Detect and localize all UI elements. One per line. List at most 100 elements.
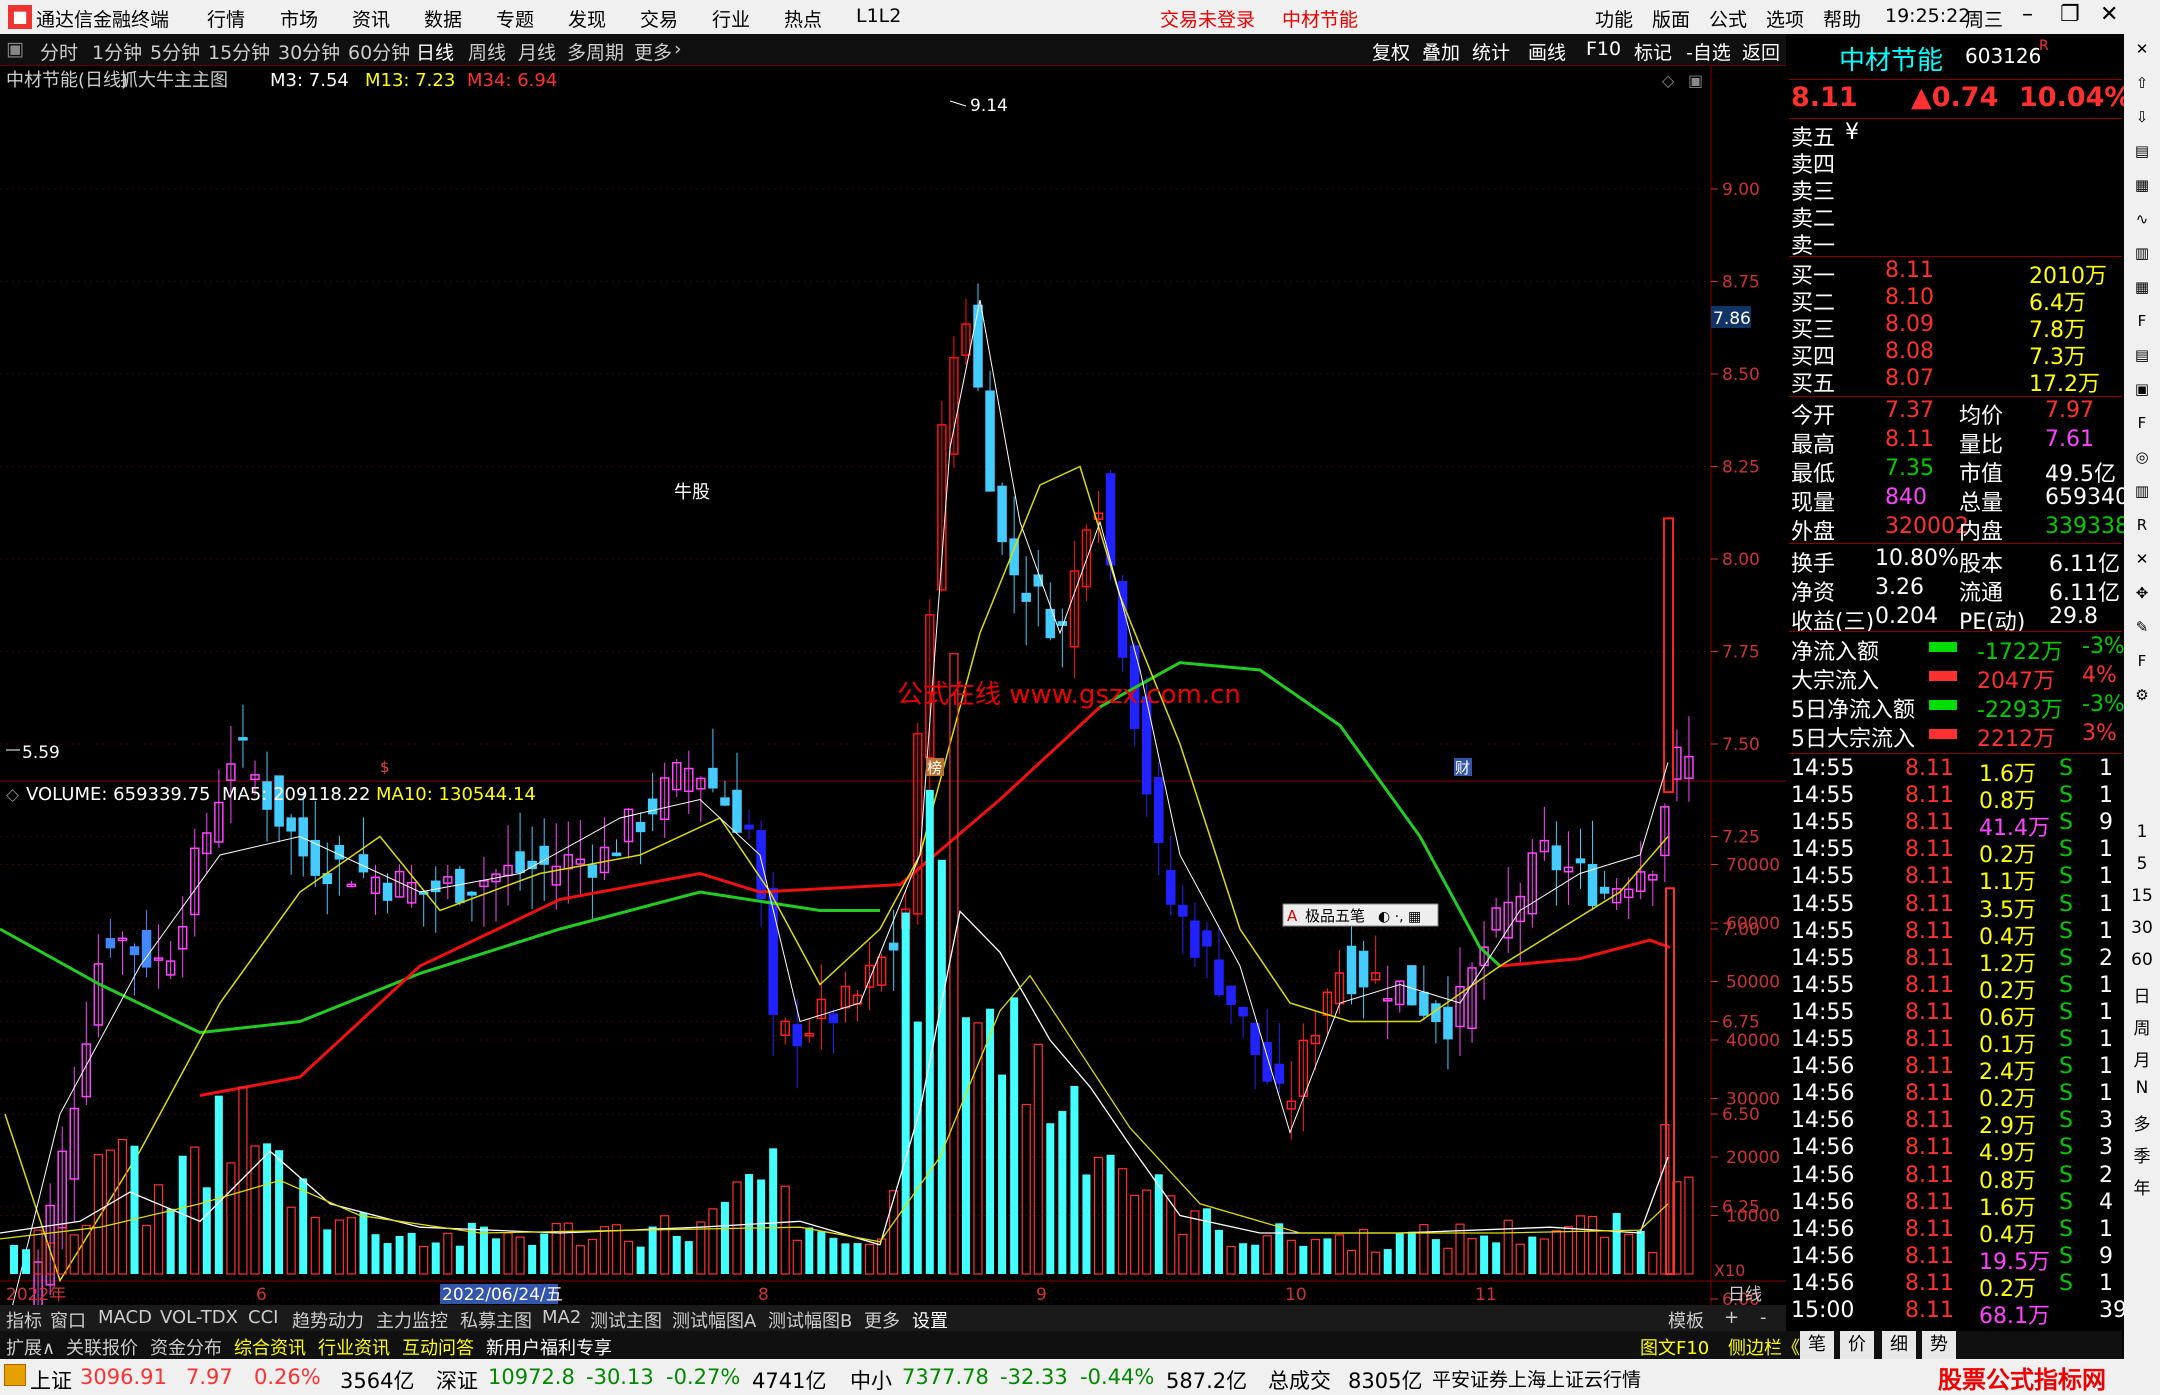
f2-icon[interactable]: F [2130,414,2154,438]
tab-right-2[interactable]: - [1760,1307,1767,1328]
indicator-tab-0[interactable]: 指标 [6,1307,42,1333]
menu-jiaoyi[interactable]: 交易 [640,5,678,32]
indicator-tab-3[interactable]: VOL-TDX [160,1307,238,1328]
indicator-tab-4[interactable]: CCI [248,1307,278,1328]
sidebar-period-11[interactable]: 年 [2130,1174,2154,1199]
period-monthly[interactable]: 月线 [518,38,556,65]
sidebar-period-1[interactable]: 5 [2130,854,2154,878]
arrow-up-icon[interactable]: ⇧ [2130,74,2154,98]
pen-icon[interactable]: ✎ [2130,618,2154,642]
volume-pane-icon[interactable]: ◇ [6,785,20,805]
zx-label[interactable]: 中小 [850,1365,892,1395]
sidebar-period-7[interactable]: 月 [2130,1046,2154,1071]
indicator-tab-13[interactable]: 设置 [912,1307,948,1333]
settings-icon[interactable]: ⚙ [2130,686,2154,710]
menu-gongshi[interactable]: 公式 [1709,5,1747,32]
arrow-down-icon[interactable]: ⇩ [2130,108,2154,132]
btn-huaxian[interactable]: 画线 [1528,38,1566,65]
info-tab-right-0[interactable]: 图文F10 [1640,1334,1709,1360]
sidebar-period-9[interactable]: 多 [2130,1110,2154,1135]
info-tab-0[interactable]: 扩展∧ [6,1334,55,1360]
sidebar-period-10[interactable]: 季 [2130,1142,2154,1167]
sidebar-period-4[interactable]: 60 [2130,950,2154,974]
period-5min[interactable]: 5分钟 [150,38,200,65]
menu-faxian[interactable]: 发现 [568,5,606,32]
sidebar-period-5[interactable]: 日 [2130,982,2154,1007]
btn-f10[interactable]: F10 [1586,38,1621,60]
indicator-tab-6[interactable]: 主力监控 [376,1307,448,1333]
rsi-icon[interactable]: R [2130,516,2154,540]
info-tab-3[interactable]: 综合资讯 [234,1334,306,1360]
info-tab-right-5[interactable]: 势 [1922,1331,1956,1359]
btn-fanhui[interactable]: 返回 [1742,38,1780,65]
menu-shuju[interactable]: 数据 [424,5,462,32]
restore-icon[interactable]: ❐ [2060,2,2080,27]
sidebar-period-6[interactable]: 周 [2130,1014,2154,1039]
marker-bang[interactable]: 榜 [927,759,942,777]
btn-zixuan[interactable]: -自选 [1686,38,1731,65]
menu-zixun[interactable]: 资讯 [352,5,390,32]
btn-tongji[interactable]: 统计 [1472,38,1510,65]
indicator-tab-5[interactable]: 趋势动力 [292,1307,364,1333]
tab-right-0[interactable]: 模板 [1668,1307,1704,1333]
ime-moon-icon[interactable]: ◐ ·, ▦ [1378,909,1421,925]
ime-name[interactable]: 极品五笔 [1305,907,1365,925]
sidebar-period-3[interactable]: 30 [2130,918,2154,942]
stats-icon[interactable]: ▣ [2130,380,2154,404]
table-icon[interactable]: ▦ [2130,278,2154,302]
line-chart-icon[interactable]: ∿ [2130,210,2154,234]
indicator-tab-12[interactable]: 更多 [864,1307,900,1333]
minimize-icon[interactable]: – [2022,2,2033,27]
menu-xuanxiang[interactable]: 选项 [1766,5,1804,32]
f10-icon[interactable]: F [2130,312,2154,336]
chart-icon[interactable]: ▥ [2130,482,2154,506]
menu-shichang[interactable]: 市场 [280,5,318,32]
menu-hangqing[interactable]: 行情 [207,5,245,32]
info-tab-4[interactable]: 行业资讯 [318,1334,390,1360]
sh-label[interactable]: 上证 [30,1365,72,1395]
info-tab-1[interactable]: 关联报价 [66,1334,138,1360]
btn-diejia[interactable]: 叠加 [1422,38,1460,65]
indicator-tab-10[interactable]: 测试幅图A [672,1307,756,1333]
sz-label[interactable]: 深证 [436,1365,478,1395]
fs-icon[interactable]: F [2130,652,2154,676]
indicator-name[interactable]: 抓大牛主主图 [120,70,228,91]
index-icon[interactable] [4,1364,26,1386]
menu-zhuanti[interactable]: 专题 [496,5,534,32]
indicator-tab-1[interactable]: 窗口 [50,1307,86,1333]
period-multi[interactable]: 多周期 [567,38,624,65]
window-toggle-icon[interactable]: ▣ [1688,71,1703,90]
indicator-tab-8[interactable]: MA2 [542,1307,581,1328]
chevron-right-icon[interactable]: › [674,38,682,60]
indicator-tab-7[interactable]: 私募主图 [460,1307,532,1333]
diamond-icon[interactable]: ◇ [1662,71,1675,90]
menu-l1l2[interactable]: L1L2 [856,5,901,27]
bar-chart-icon[interactable]: ▥ [2130,244,2154,268]
btn-biaoji[interactable]: 标记 [1634,38,1672,65]
info-tab-right-3[interactable]: 价 [1840,1331,1874,1359]
sidebar-period-8[interactable]: N [2130,1078,2154,1102]
info-tab-2[interactable]: 资金分布 [150,1334,222,1360]
circle-icon[interactable]: ◎ [2130,448,2154,472]
period-more[interactable]: 更多 [634,38,672,65]
info-tab-right-2[interactable]: 笔 [1800,1331,1834,1359]
period-fenshi[interactable]: 分时 [40,38,78,65]
menu-bangzhu[interactable]: 帮助 [1823,5,1861,32]
period-weekly[interactable]: 周线 [468,38,506,65]
marker-dollar[interactable]: $ [380,758,390,776]
indicator-tab-11[interactable]: 测试幅图B [768,1307,852,1333]
tab-right-1[interactable]: + [1724,1307,1739,1328]
news-icon[interactable]: ▤ [2130,346,2154,370]
menu-banmian[interactable]: 版面 [1652,5,1690,32]
toggle-panel-icon[interactable]: ▣ [6,38,24,60]
login-status[interactable]: 交易未登录 [1160,5,1255,32]
period-daily[interactable]: 日线 [416,38,454,65]
indicator-tab-2[interactable]: MACD [98,1307,152,1328]
ime-a-icon[interactable]: A [1287,907,1298,925]
arrow-up-icon[interactable]: ✕ [2130,40,2154,64]
move-icon[interactable]: ✥ [2130,584,2154,608]
list-icon[interactable]: ▤ [2130,142,2154,166]
close-icon[interactable]: ✕ [2100,2,2118,27]
sidebar-period-2[interactable]: 15 [2130,886,2154,910]
btn-fuquan[interactable]: 复权 [1372,38,1410,65]
